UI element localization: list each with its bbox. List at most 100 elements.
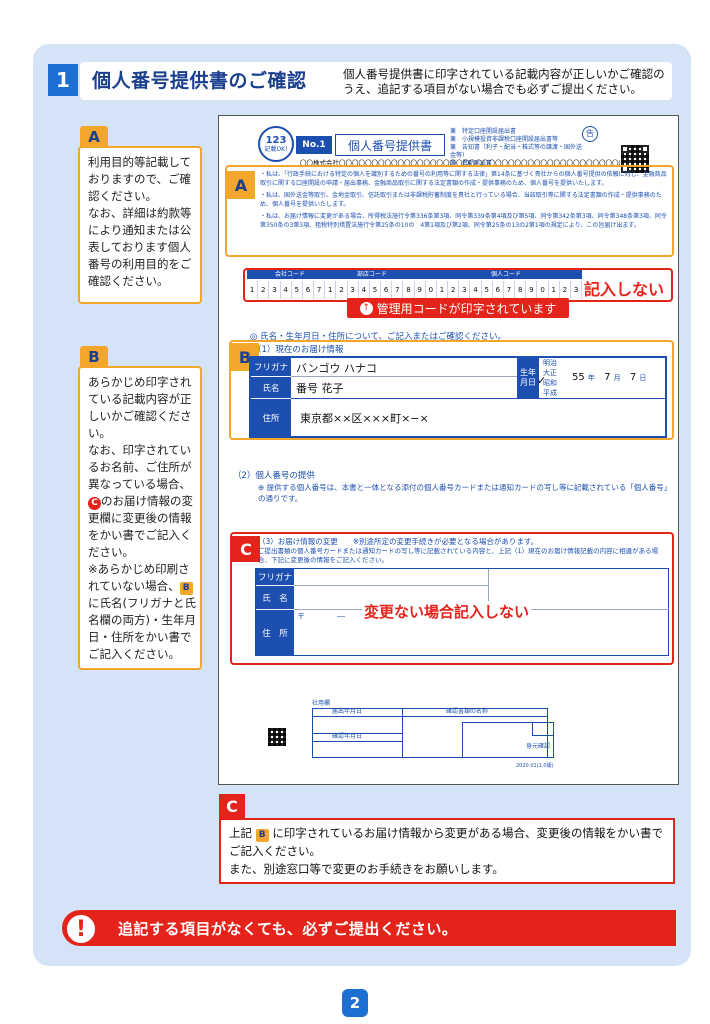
personal-code-label: 個人コード [491, 271, 522, 278]
logo: 123 記載OK! [258, 126, 294, 162]
code-digit: 4 [281, 281, 292, 299]
code-digit: 2 [258, 281, 270, 299]
name-value: 番号 花子 [296, 382, 344, 395]
change-furigana-label: フリガナ [256, 569, 294, 585]
code-digit: 2 [560, 281, 571, 299]
arrow-up-icon: ↑ [359, 301, 373, 315]
code-digits: 123456712345678901234567890123 [247, 281, 583, 299]
sec1-title: （1）現在のお届け情報 [253, 345, 344, 355]
purpose-text: ・私は、「行政手続における特定の個人を識別するための番号の利用等に関する法律」第… [260, 170, 668, 230]
furigana-label: フリガナ [251, 358, 291, 376]
code-digit: 1 [247, 281, 259, 299]
code-digit: 6 [381, 281, 393, 299]
footer-code: 2020.01(1.0版) [516, 763, 554, 769]
sec2-title: （2）個人番号の提供 [233, 471, 315, 481]
change-name-label: 氏 名 [256, 585, 294, 609]
side-b-tab: B [80, 346, 108, 368]
sec3-title: （3）お届け情報の変更 ※別途所定の変更手続きが必要となる場合があります。 [258, 537, 539, 546]
code-digit: 0 [537, 281, 549, 299]
birth-label: 生年月日 [517, 358, 539, 398]
logo-number: 123 [265, 134, 287, 146]
change-address-label: 住 所 [256, 609, 294, 655]
kind-stamp: 告 [582, 126, 598, 142]
sec2-text: ⊕ 提供する個人番号は、本書と一体となる添付の個人番号カードまたは通知カードの写… [258, 483, 672, 503]
code-digit: 5 [292, 281, 303, 299]
code-digit: 3 [348, 281, 359, 299]
code-digit: 1 [437, 281, 449, 299]
kind-line: 兼 特定口座開設届出書 [450, 128, 517, 135]
code-digit: 8 [403, 281, 415, 299]
year-unit: 年 [587, 374, 595, 382]
row-divider [312, 741, 402, 742]
code-digit: 5 [482, 281, 493, 299]
era-taisho: 大正 [543, 369, 557, 377]
logo-text: 記載OK! [264, 145, 288, 153]
row-divider [294, 585, 488, 586]
office-row-confirm: 確認年月日 [332, 733, 363, 740]
col-divider [402, 708, 403, 758]
birth-year: 55 [572, 372, 585, 383]
side-b-text-3: ※あらかじめ印刷されていない場合、 [88, 562, 190, 593]
code-digit: 6 [493, 281, 504, 299]
purpose-paragraph: ・私は、国外送金等取引、金地金取引、信託取引または非課税貯蓄制度を貴社と行ってい… [260, 192, 662, 208]
side-a-text: 利用目的等記載しておりますので、ご確認ください。 なお、詳細は約款等により通知ま… [88, 155, 192, 288]
header-note: 個人番号提供書に印字されている記載内容が正しいかご確認のうえ、追記する項目がない… [343, 67, 665, 96]
row-divider [291, 398, 667, 399]
code-digit: 0 [426, 281, 437, 299]
code-digit: 7 [314, 281, 326, 299]
branch-code-label: 部店コード [357, 271, 388, 278]
code-digit: 7 [504, 281, 516, 299]
purpose-paragraph: ・私は、「行政手続における特定の個人を識別するための番号の利用等に関する法律」第… [260, 171, 667, 187]
code-digit: 4 [359, 281, 370, 299]
birth-month: 7 [604, 372, 611, 383]
day-unit: 日 [639, 374, 647, 382]
check-icon: ✓ [537, 374, 547, 387]
code-digit: 9 [526, 281, 538, 299]
side-a-tab: A [80, 126, 108, 148]
qr-corner [641, 145, 649, 153]
bottom-c-text: 上記 B に印字されているお届け情報から変更がある場合、変更後の情報をかい書でご… [229, 824, 671, 878]
era-list: 明治 大正 昭和 平成 [543, 358, 571, 398]
office-col-date: 届出年月日 [332, 708, 363, 715]
furigana-value: バンゴウ ハナコ [296, 362, 378, 375]
bottom-c-tab: C [219, 794, 245, 818]
page-number: 2 [342, 989, 368, 1017]
mgmt-code-note: ↑ 管理用コードが印字されています [347, 298, 569, 318]
code-digit: 2 [336, 281, 348, 299]
notice-text: 追記する項目がなくても、必ずご提出ください。 [118, 920, 458, 938]
c-marker-icon: C [88, 497, 101, 510]
mgmt-code-note-text: 管理用コードが印字されています [376, 301, 557, 316]
office-stamp-cell [532, 722, 554, 736]
address-label: 住所 [251, 398, 291, 436]
section-a-tab: A [227, 171, 255, 199]
era-heisei: 平成 [543, 389, 557, 397]
code-digit: 5 [370, 281, 382, 299]
sec3-text: ご提出書類の個人番号カードまたは通知カードの写し等に記載されている内容と、上記（… [258, 547, 659, 564]
no-change-label: 変更ない場合記入しない [362, 601, 532, 622]
code-digit: 9 [415, 281, 426, 299]
qr-corner [621, 145, 629, 153]
code-digit: 1 [325, 281, 337, 299]
section-c-tab: C [232, 536, 260, 562]
code-digit: 2 [448, 281, 460, 299]
code-digit: 3 [269, 281, 281, 299]
bottom-c-text-2: に印字されているお届け情報から変更がある場合、変更後の情報をかい書でご記入くださ… [229, 826, 663, 876]
company-code-label: 会社コード [275, 271, 306, 278]
b-marker-icon: B [179, 582, 193, 595]
code-digit: 6 [303, 281, 315, 299]
name-label: 氏名 [251, 376, 291, 398]
identity-check-label: 身元確認 [526, 743, 551, 750]
code-digit: 3 [459, 281, 471, 299]
office-col-doc: 確認書類の名称 [446, 708, 489, 715]
side-b-text-2: のお届け情報の変更欄に変更後の情報をかい書でご記入ください。 [88, 494, 193, 559]
code-digit: 7 [392, 281, 404, 299]
code-digit: 8 [515, 281, 527, 299]
code-digit: 4 [470, 281, 482, 299]
address-value: 東京都××区×××町×−× [300, 412, 429, 425]
document-title: 個人番号提供書 [335, 134, 445, 156]
era-showa: 昭和 [543, 379, 557, 387]
era-meiji: 明治 [543, 359, 557, 367]
no-write-label: 記入しない [584, 280, 665, 299]
row-divider [291, 376, 517, 377]
month-unit: 月 [613, 374, 621, 382]
